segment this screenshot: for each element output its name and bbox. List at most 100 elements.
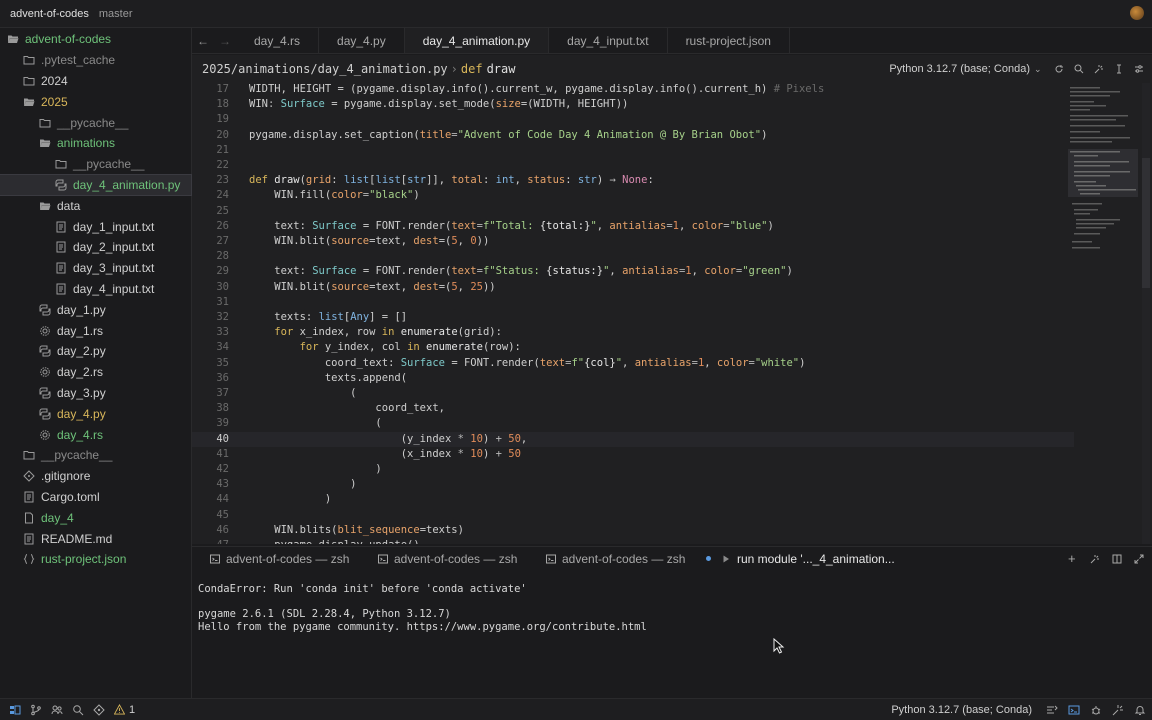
- code-line[interactable]: 47 pygame.display.update(): [192, 538, 1074, 544]
- code-line[interactable]: 44 ): [192, 492, 1074, 507]
- assistant-icon[interactable]: [1094, 64, 1104, 74]
- tree-item[interactable]: data: [0, 195, 191, 216]
- code-line[interactable]: 41 (x_index * 10) + 50: [192, 447, 1074, 462]
- tree-item[interactable]: __pycache__: [0, 112, 191, 133]
- debug-icon[interactable]: [1090, 704, 1102, 716]
- tree-item[interactable]: advent-of-codes: [0, 29, 191, 50]
- tree-item[interactable]: 2025: [0, 91, 191, 112]
- tree-item[interactable]: day_1.py: [0, 299, 191, 320]
- breadcrumb-path[interactable]: 2025/animations/day_4_animation.py: [202, 62, 448, 76]
- line-number[interactable]: 28: [192, 249, 229, 264]
- refresh-icon[interactable]: [1054, 64, 1064, 74]
- tab-rust-project-json[interactable]: rust-project.json: [668, 28, 790, 53]
- line-number[interactable]: 34: [192, 340, 229, 355]
- line-number[interactable]: 31: [192, 295, 229, 310]
- code-line[interactable]: 24 WIN.fill(color="black"): [192, 188, 1074, 203]
- tree-item[interactable]: day_4.py: [0, 403, 191, 424]
- terminal-tab[interactable]: run module '..._4_animation...: [696, 552, 896, 566]
- assistant-icon[interactable]: [1112, 704, 1124, 716]
- terminal-tab[interactable]: advent-of-codes — zsh: [528, 552, 696, 566]
- tree-item[interactable]: day_3_input.txt: [0, 258, 191, 279]
- code-line[interactable]: 37 (: [192, 386, 1074, 401]
- code-line[interactable]: 18 WIN: Surface = pygame.display.set_mode…: [192, 97, 1074, 112]
- code-line[interactable]: 40 (y_index * 10) + 50,: [192, 431, 1074, 447]
- code-line[interactable]: 39 (: [192, 416, 1074, 431]
- line-number[interactable]: 33: [192, 325, 229, 340]
- tree-item[interactable]: day_2.py: [0, 341, 191, 362]
- sliders-icon[interactable]: [1134, 64, 1144, 74]
- format-icon[interactable]: [1046, 704, 1058, 716]
- code-line[interactable]: 33 for x_index, row in enumerate(grid):: [192, 325, 1074, 340]
- terminal-icon[interactable]: [1068, 704, 1080, 716]
- line-number[interactable]: 32: [192, 310, 229, 325]
- code-line[interactable]: 34 for y_index, col in enumerate(row):: [192, 340, 1074, 355]
- line-number[interactable]: 39: [192, 416, 229, 431]
- code-line[interactable]: 19: [192, 112, 1074, 127]
- code-line[interactable]: 27 WIN.blit(source=text, dest=(5, 0)): [192, 234, 1074, 249]
- text-cursor-icon[interactable]: [1114, 64, 1124, 74]
- tree-item[interactable]: animations: [0, 133, 191, 154]
- tab-day-4-rs[interactable]: day_4.rs: [236, 28, 320, 53]
- code-line[interactable]: 29 text: Surface = FONT.render(text=f"St…: [192, 264, 1074, 279]
- code-line[interactable]: 35 coord_text: Surface = FONT.render(tex…: [192, 356, 1074, 371]
- line-number[interactable]: 35: [192, 356, 229, 371]
- line-number[interactable]: 29: [192, 264, 229, 279]
- line-number[interactable]: 43: [192, 477, 229, 492]
- line-number[interactable]: 30: [192, 280, 229, 295]
- project-name[interactable]: advent-of-codes: [10, 8, 89, 20]
- interpreter-selector[interactable]: Python 3.12.7 (base; Conda): [889, 63, 1030, 75]
- line-number[interactable]: 19: [192, 112, 229, 127]
- tree-item[interactable]: .pytest_cache: [0, 50, 191, 71]
- code-line[interactable]: 42 ): [192, 462, 1074, 477]
- code-line[interactable]: 38 coord_text,: [192, 401, 1074, 416]
- line-number[interactable]: 26: [192, 219, 229, 234]
- line-number[interactable]: 44: [192, 492, 229, 507]
- line-number[interactable]: 45: [192, 508, 229, 523]
- tree-item[interactable]: day_4_animation.py: [0, 173, 192, 197]
- code-line[interactable]: 43 ): [192, 477, 1074, 492]
- code-line[interactable]: 25: [192, 204, 1074, 219]
- line-number[interactable]: 22: [192, 158, 229, 173]
- maximize-icon[interactable]: [1134, 554, 1144, 564]
- search-icon[interactable]: [1074, 64, 1084, 74]
- split-pane-icon[interactable]: [1112, 554, 1122, 564]
- code-editor[interactable]: 17 WIDTH, HEIGHT = (pygame.display.info()…: [192, 83, 1152, 544]
- code-line[interactable]: 20 pygame.display.set_caption(title="Adve…: [192, 128, 1074, 143]
- code-line[interactable]: 30 WIN.blit(source=text, dest=(5, 25)): [192, 280, 1074, 295]
- terminal-output[interactable]: CondaError: Run 'conda init' before 'con…: [192, 570, 1152, 697]
- tree-item[interactable]: __pycache__: [0, 154, 191, 175]
- tree-item[interactable]: day_4.rs: [0, 424, 191, 445]
- interpreter-status[interactable]: Python 3.12.7 (base; Conda): [891, 704, 1032, 716]
- collaborators-icon[interactable]: [51, 704, 63, 716]
- scrollbar-thumb[interactable]: [1142, 158, 1150, 288]
- terminal-tab[interactable]: advent-of-codes — zsh: [360, 552, 528, 566]
- line-number[interactable]: 27: [192, 234, 229, 249]
- chevron-down-icon[interactable]: ⌄: [1034, 64, 1044, 74]
- line-number[interactable]: 46: [192, 523, 229, 538]
- tree-item[interactable]: day_2.rs: [0, 362, 191, 383]
- terminal-tab[interactable]: advent-of-codes — zsh: [192, 552, 360, 566]
- tree-item[interactable]: day_2_input.txt: [0, 237, 191, 258]
- tree-item[interactable]: day_3.py: [0, 383, 191, 404]
- tab-day-4-input-txt[interactable]: day_4_input.txt: [549, 28, 668, 53]
- back-arrow-icon[interactable]: ←: [192, 28, 214, 53]
- line-number[interactable]: 40: [192, 432, 229, 447]
- line-number[interactable]: 18: [192, 97, 229, 112]
- tree-item[interactable]: day_4_input.txt: [0, 279, 191, 300]
- line-number[interactable]: 21: [192, 143, 229, 158]
- code-line[interactable]: 31: [192, 295, 1074, 310]
- avatar[interactable]: [1130, 6, 1144, 20]
- tab-day-4-py[interactable]: day_4.py: [319, 28, 405, 53]
- tab-day-4-animation-py[interactable]: day_4_animation.py: [404, 28, 550, 53]
- code-line[interactable]: 32 texts: list[Any] = []: [192, 310, 1074, 325]
- code-line[interactable]: 28: [192, 249, 1074, 264]
- code-line[interactable]: 22: [192, 158, 1074, 173]
- tree-item[interactable]: Cargo.toml: [0, 487, 191, 508]
- tree-item[interactable]: day_4: [0, 507, 191, 528]
- code-line[interactable]: 23 def draw(grid: list[list[str]], total:…: [192, 173, 1074, 188]
- breadcrumb-symbol[interactable]: draw: [487, 62, 516, 76]
- notification-bell-icon[interactable]: [1134, 704, 1146, 716]
- code-line[interactable]: 46 WIN.blits(blit_sequence=texts): [192, 523, 1074, 538]
- line-number[interactable]: 37: [192, 386, 229, 401]
- line-number[interactable]: 36: [192, 371, 229, 386]
